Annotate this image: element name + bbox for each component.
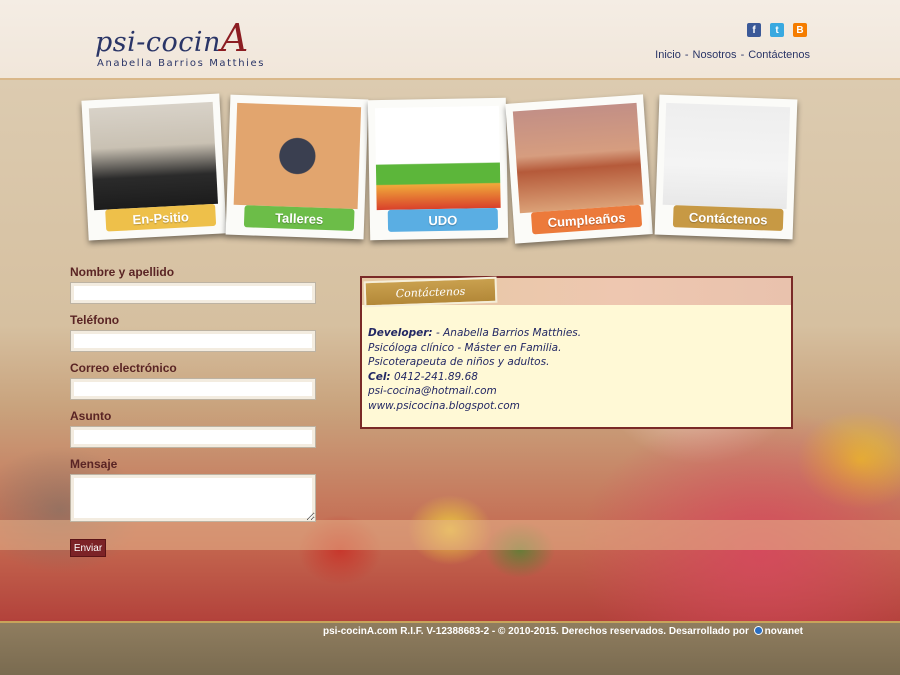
name-field[interactable]	[70, 282, 316, 304]
developer-line: Developer: - Anabella Barrios Matthies.	[368, 326, 581, 341]
card-label: Talleres	[243, 205, 355, 232]
card-photo	[374, 105, 501, 211]
card-photo	[233, 102, 362, 210]
card-photo	[88, 101, 219, 211]
site-header: psi-cocinA Anabella Barrios Matthies f t…	[0, 0, 900, 80]
site-logo[interactable]: psi-cocinA	[95, 16, 249, 60]
website-line: www.psicocina.blogspot.com	[368, 399, 520, 412]
twitter-icon[interactable]: t	[770, 23, 784, 37]
subject-label: Asunto	[70, 409, 112, 423]
contact-form: Nombre y apellido Teléfono Correo electr…	[70, 265, 320, 522]
message-field[interactable]	[70, 474, 316, 522]
novanet-link[interactable]: novanet	[765, 626, 803, 637]
top-navigation: Inicio - Nosotros - Contáctenos	[655, 49, 810, 61]
site-footer: psi-cocinA.com R.I.F. V-12388683-2 - © 2…	[0, 621, 900, 675]
nav-separator: -	[740, 49, 745, 61]
specialty-line: Psicoterapeuta de niños y adultos.	[368, 356, 550, 368]
nav-link-nosotros[interactable]: Nosotros	[693, 49, 737, 61]
logo-subtitle: Anabella Barrios Matthies	[97, 58, 266, 69]
card-photo	[512, 102, 644, 214]
logo-text: psi-cocin	[95, 27, 221, 58]
card-contactenos[interactable]: Contáctenos	[654, 94, 798, 240]
card-cumpleanos[interactable]: Cumpleaños	[505, 94, 653, 244]
submit-button[interactable]: Enviar	[70, 539, 106, 557]
card-photo	[662, 102, 791, 210]
card-talleres[interactable]: Talleres	[225, 94, 369, 240]
card-en-psitio[interactable]: En-Psitio	[81, 93, 227, 241]
cel-label: Cel:	[368, 370, 391, 383]
phone-label: Teléfono	[70, 313, 120, 327]
contact-info-panel: Contáctenos Developer: - Anabella Barrio…	[360, 276, 793, 429]
nav-link-contactenos[interactable]: Contáctenos	[748, 49, 810, 61]
message-label: Mensaje	[70, 457, 118, 471]
nav-separator: -	[684, 49, 689, 61]
phone-field[interactable]	[70, 330, 316, 352]
card-label: Contáctenos	[672, 205, 784, 232]
email-line: psi-cocina@hotmail.com	[368, 385, 497, 397]
footer-text: psi-cocinA.com R.I.F. V-12388683-2 - © 2…	[323, 626, 803, 637]
email-label: Correo electrónico	[70, 361, 177, 375]
logo-letter: A	[220, 16, 249, 60]
card-label: UDO	[387, 207, 499, 232]
name-label: Nombre y apellido	[70, 265, 175, 279]
developer-label: Developer:	[368, 327, 433, 339]
novanet-icon	[753, 626, 763, 635]
subject-field[interactable]	[70, 426, 316, 448]
cel-line: Cel: 0412-241.89.68	[368, 370, 581, 385]
developer-value: - Anabella Barrios Matthies.	[432, 327, 582, 339]
profession-line: Psicóloga clínico - Máster en Familia.	[368, 341, 562, 354]
panel-tab-title: Contáctenos	[363, 276, 498, 308]
social-links: f t B	[747, 23, 807, 37]
contact-details: Developer: - Anabella Barrios Matthies. …	[368, 326, 581, 413]
cel-value: 0412-241.89.68	[390, 370, 478, 383]
nav-link-inicio[interactable]: Inicio	[655, 49, 681, 61]
copyright-text: psi-cocinA.com R.I.F. V-12388683-2 - © 2…	[322, 626, 749, 637]
background-counter	[0, 520, 900, 550]
card-label: En-Psitio	[105, 203, 217, 232]
blogger-icon[interactable]: B	[793, 23, 807, 37]
email-field[interactable]	[70, 378, 316, 400]
card-udo[interactable]: UDO	[367, 97, 509, 241]
facebook-icon[interactable]: f	[747, 23, 761, 37]
